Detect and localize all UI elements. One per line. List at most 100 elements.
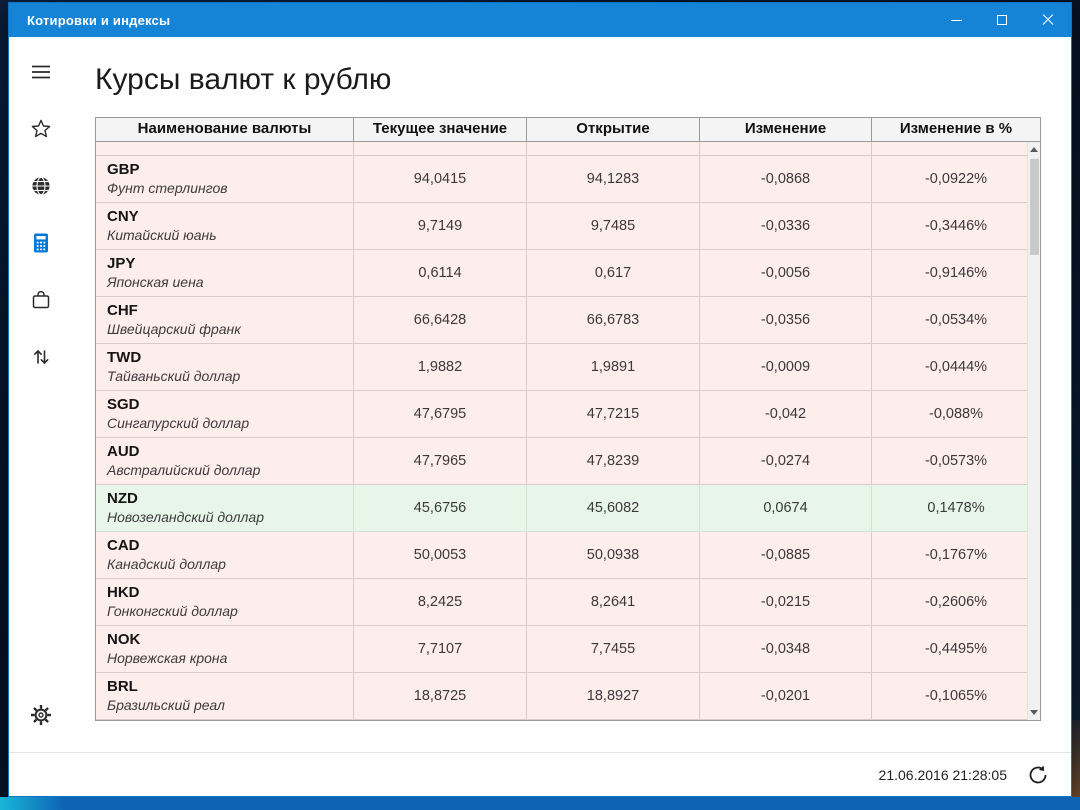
- value-cell-change_pct: -0,1065%: [924, 688, 988, 704]
- value-cell-change_pct: -0,1767%: [924, 547, 988, 563]
- table-row[interactable]: JPY Японская иена 0,6114 0,617 -0,0056 -0,914…: [96, 250, 1040, 297]
- sidebar-item-settings[interactable]: [17, 692, 65, 738]
- currency-title: Бразильский реал: [107, 697, 225, 714]
- titlebar[interactable]: Котировки и индексы: [9, 3, 1071, 37]
- value-cell-change: [700, 142, 872, 155]
- sidebar: [9, 37, 73, 752]
- column-header[interactable]: Наименование валюты: [96, 118, 354, 141]
- table-row[interactable]: HKD Гонконгский доллар 8,2425 8,2641 -0,0215…: [96, 579, 1040, 626]
- value-cell-change: -0,042: [700, 391, 872, 437]
- value-cell-open: 7,7455: [527, 626, 700, 672]
- table-row[interactable]: CNY Китайский юань 9,7149 9,7485 -0,0336 -0,3…: [96, 203, 1040, 250]
- table-row[interactable]: BRL Бразильский реал 18,8725 18,8927 -0,0201…: [96, 673, 1040, 720]
- sidebar-item-portfolio[interactable]: [17, 277, 65, 323]
- value-cell-open: 66,6783: [527, 297, 700, 343]
- column-header[interactable]: Изменение: [700, 118, 872, 141]
- value-cell-change: -0,0056: [700, 250, 872, 296]
- currency-code: TWD: [107, 349, 142, 367]
- rates-table-viewport: ЕвроGBPФунт стерлингов94,041594,1283-0,0…: [96, 142, 1040, 720]
- currency-name-cell: CHF Швейцарский франк: [96, 297, 354, 343]
- calculator-icon: [34, 233, 48, 253]
- rates-table-body: ЕвроGBPФунт стерлингов94,041594,1283-0,0…: [96, 142, 1040, 720]
- value-cell-change: -0,0201: [700, 673, 872, 719]
- value-cell-change: -0,0009: [700, 344, 872, 390]
- currency-code: CHF: [107, 302, 138, 320]
- value-cell-current: 50,0053: [354, 532, 527, 578]
- currency-title: Канадский доллар: [107, 556, 226, 573]
- table-row[interactable]: CHF Швейцарский франк 66,6428 66,6783 -0,035…: [96, 297, 1040, 344]
- value-cell-current: 66,6428: [354, 297, 527, 343]
- refresh-icon: [1029, 765, 1047, 783]
- value-cell-open: 47,8239: [527, 438, 700, 484]
- currency-code: HKD: [107, 584, 140, 602]
- triangle-up-icon: [1030, 147, 1038, 152]
- currency-title: Гонконгский доллар: [107, 603, 238, 620]
- value-cell-open: 9,7485: [527, 203, 700, 249]
- table-row[interactable]: NZD Новозеландский доллар 45,6756 45,6082 0,…: [96, 485, 1040, 532]
- sidebar-item-world[interactable]: [17, 163, 65, 209]
- app-window: Котировки и индексы Курсы валют к рублю …: [8, 2, 1072, 797]
- refresh-button[interactable]: [1023, 760, 1053, 790]
- column-header[interactable]: Изменение в %: [872, 118, 1040, 141]
- value-cell-open: 0,617: [527, 250, 700, 296]
- table-row[interactable]: SGD Сингапурский доллар 47,6795 47,7215 -0,0…: [96, 391, 1040, 438]
- value-cell-current: 45,6756: [354, 485, 527, 531]
- currency-title: Австралийский доллар: [107, 462, 261, 479]
- bag-icon: [32, 290, 50, 309]
- table-row[interactable]: GBP Фунт стерлингов 94,0415 94,1283 -0,0868-…: [96, 156, 1040, 203]
- table-row[interactable]: CAD Канадский доллар 50,0053 50,0938 -0,0885…: [96, 532, 1040, 579]
- currency-title: Норвежская крона: [107, 650, 228, 667]
- value-cell-change_pct: [872, 142, 1040, 155]
- currency-name-cell: HKD Гонконгский доллар: [96, 579, 354, 625]
- sidebar-item-exchange[interactable]: [17, 334, 65, 380]
- column-header[interactable]: Открытие: [527, 118, 700, 141]
- currency-name-cell: CNY Китайский юань: [96, 203, 354, 249]
- currency-name-cell: AUD Австралийский доллар: [96, 438, 354, 484]
- page-title: Курсы валют к рублю: [95, 63, 392, 96]
- windows-taskbar[interactable]: [0, 797, 1080, 810]
- value-cell-current: 1,9882: [354, 344, 527, 390]
- maximize-button[interactable]: [979, 3, 1025, 37]
- sidebar-item-menu[interactable]: [17, 49, 65, 95]
- currency-name-cell: CAD Канадский доллар: [96, 532, 354, 578]
- scrollbar-up-button[interactable]: [1028, 142, 1041, 157]
- minimize-button[interactable]: [933, 3, 979, 37]
- table-scrollbar[interactable]: [1027, 142, 1040, 720]
- currency-code: CNY: [107, 208, 139, 226]
- currency-name-cell: NZD Новозеландский доллар: [96, 485, 354, 531]
- table-row[interactable]: Евро: [96, 142, 1040, 156]
- value-cell-current: 8,2425: [354, 579, 527, 625]
- value-cell-current: 9,7149: [354, 203, 527, 249]
- scrollbar-thumb[interactable]: [1030, 159, 1039, 255]
- table-row[interactable]: NOK Норвежская крона 7,7107 7,7455 -0,0348 -0…: [96, 626, 1040, 673]
- value-cell-change: -0,0348: [700, 626, 872, 672]
- scrollbar-track[interactable]: [1028, 157, 1040, 705]
- sidebar-item-calculator[interactable]: [17, 220, 65, 266]
- value-cell-change_pct: -0,2606%: [924, 594, 988, 610]
- column-header[interactable]: Текущее значение: [354, 118, 527, 141]
- currency-code: JPY: [107, 255, 136, 273]
- value-cell-change_pct: -0,088%: [928, 406, 983, 422]
- value-cell-open: [527, 142, 700, 155]
- value-cell-change_pct: -0,0922%: [924, 171, 988, 187]
- currency-code: NOK: [107, 631, 141, 649]
- scrollbar-down-button[interactable]: [1028, 705, 1041, 720]
- value-cell-change: 0,0674: [700, 485, 872, 531]
- table-row[interactable]: TWD Тайваньский доллар 1,9882 1,9891 -0,0009…: [96, 344, 1040, 391]
- currency-title: Тайваньский доллар: [107, 368, 241, 385]
- close-button[interactable]: [1025, 3, 1071, 37]
- value-cell-open: 8,2641: [527, 579, 700, 625]
- currency-code: AUD: [107, 443, 140, 461]
- currency-title: Китайский юань: [107, 227, 217, 244]
- table-row[interactable]: AUD Австралийский доллар 47,7965 47,8239 -0,…: [96, 438, 1040, 485]
- currency-code: SGD: [107, 396, 140, 414]
- value-cell-change_pct: 0,1478%: [927, 500, 985, 516]
- value-cell-current: 18,8725: [354, 673, 527, 719]
- value-cell-change: -0,0215: [700, 579, 872, 625]
- gear-icon: [31, 705, 51, 725]
- sidebar-item-favorites[interactable]: [17, 106, 65, 152]
- maximize-icon: [997, 15, 1007, 25]
- value-cell-open: 47,7215: [527, 391, 700, 437]
- value-cell-change_pct: -0,9146%: [924, 265, 988, 281]
- value-cell-change_pct: -0,0573%: [924, 453, 988, 469]
